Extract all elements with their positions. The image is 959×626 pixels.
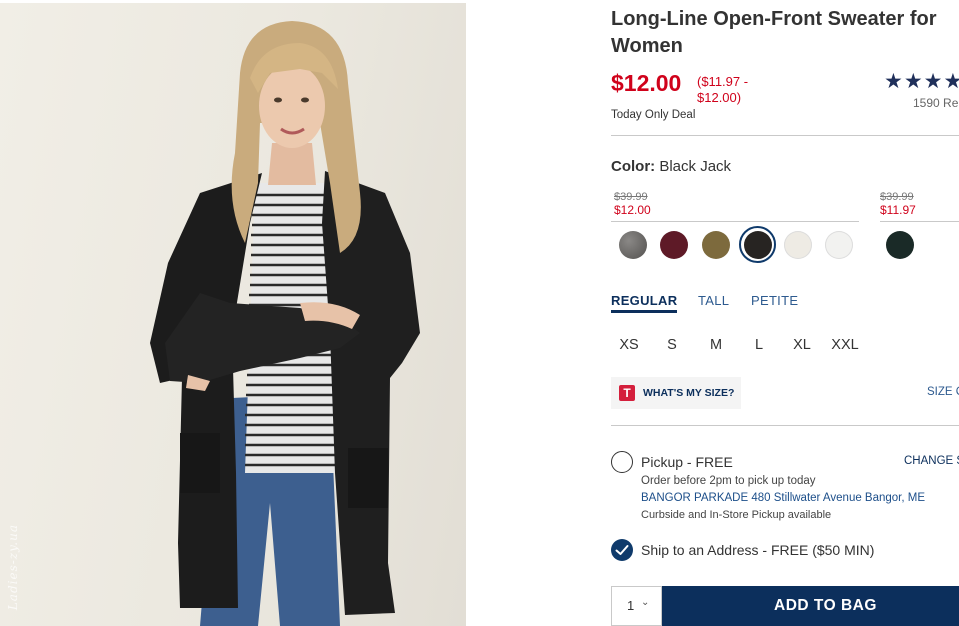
chevron-down-icon: ⌄	[641, 597, 650, 608]
store-address-link[interactable]: BANGOR PARKADE 480 Stillwater Avenue Ban…	[641, 492, 925, 504]
curbside-note: Curbside and In-Store Pickup available	[641, 509, 832, 521]
size-xxl[interactable]: XXL	[831, 337, 859, 353]
size-l[interactable]: L	[745, 337, 773, 353]
size-s[interactable]: S	[658, 337, 686, 353]
divider	[611, 425, 959, 426]
pickup-note: Order before 2pm to pick up today	[641, 475, 816, 487]
ship-to-address-label: Ship to an Address - FREE ($50 MIN)	[641, 542, 875, 558]
size-xl[interactable]: XL	[788, 337, 816, 353]
size-chart-link[interactable]: SIZE C	[927, 386, 959, 398]
price-group-divider	[611, 221, 859, 222]
ship-to-address-radio[interactable]	[611, 539, 633, 561]
pickup-radio[interactable]	[611, 451, 633, 473]
selected-color-name: Black Jack	[659, 158, 732, 175]
deal-label: Today Only Deal	[611, 109, 696, 121]
price-group-divider	[880, 221, 959, 222]
price-range: ($11.97 - $12.00)	[697, 74, 749, 105]
product-title: Long-Line Open-Front Sweater for Women	[611, 8, 937, 57]
checkmark-icon	[615, 545, 629, 555]
swatch-dark-green[interactable]	[886, 231, 914, 259]
tab-regular[interactable]: REGULAR	[611, 293, 678, 313]
swatch-burgundy[interactable]	[660, 231, 688, 259]
divider	[611, 135, 959, 136]
original-price: $39.99	[614, 191, 648, 203]
swatch-white[interactable]	[825, 231, 853, 259]
size-m[interactable]: M	[702, 337, 730, 353]
rating-stars-icon[interactable]: ★★★★	[884, 69, 959, 94]
color-label: Color: Black Jack	[611, 158, 731, 175]
product-info-panel: Long-Line Open-Front Sweater for Women $…	[611, 0, 959, 626]
review-count[interactable]: 1590 Re	[913, 96, 958, 110]
product-photo: Ladies-zy.ua	[0, 3, 466, 626]
quantity-value: 1	[627, 598, 635, 613]
add-to-bag-label: ADD TO BAG	[774, 597, 877, 614]
truefit-logo-icon: T	[619, 385, 635, 401]
swatch-olive[interactable]	[702, 231, 730, 259]
swatch-black-jack[interactable]	[744, 231, 772, 259]
original-price: $39.99	[880, 191, 914, 203]
size-xs[interactable]: XS	[615, 337, 643, 353]
model-illustration	[150, 21, 420, 626]
photo-watermark: Ladies-zy.ua	[6, 523, 20, 610]
change-store-link[interactable]: CHANGE S	[904, 455, 959, 467]
tab-petite[interactable]: PETITE	[751, 293, 798, 308]
whats-my-size-label: WHAT'S MY SIZE?	[643, 387, 735, 399]
whats-my-size-button[interactable]: T WHAT'S MY SIZE?	[611, 377, 741, 409]
sale-price: $12.00	[611, 70, 682, 96]
swatch-cream[interactable]	[784, 231, 812, 259]
swatch-heather-gray[interactable]	[619, 231, 647, 259]
color-label-prefix: Color:	[611, 158, 656, 175]
add-to-bag-button[interactable]: ADD TO BAG	[662, 586, 959, 626]
group-sale-price: $11.97	[880, 203, 916, 217]
pickup-label: Pickup - FREE	[641, 454, 733, 470]
quantity-select[interactable]: 1 ⌄	[611, 586, 662, 626]
group-sale-price: $12.00	[614, 203, 651, 217]
tab-tall[interactable]: TALL	[698, 293, 729, 308]
